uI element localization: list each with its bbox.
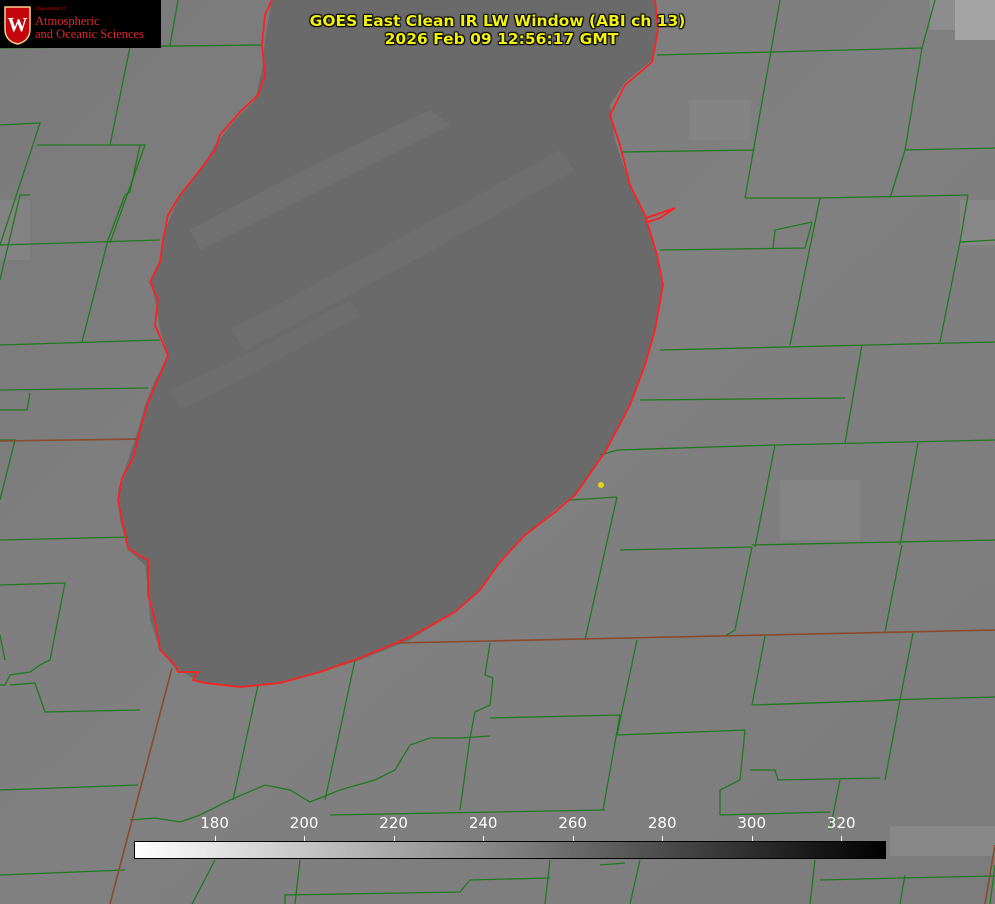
logo-dept-text: Department of [36,7,66,12]
satellite-view: W Department of Atmospheric and Oceanic … [0,0,995,904]
uw-aos-logo: W Department of Atmospheric and Oceanic … [0,0,161,48]
temperature-colorbar [134,841,886,859]
site-marker [598,482,604,488]
svg-text:W: W [8,14,28,36]
ir-satellite-map [0,0,995,904]
logo-line2: and Oceanic Sciences [35,27,144,41]
uw-crest-icon: W [4,6,31,45]
